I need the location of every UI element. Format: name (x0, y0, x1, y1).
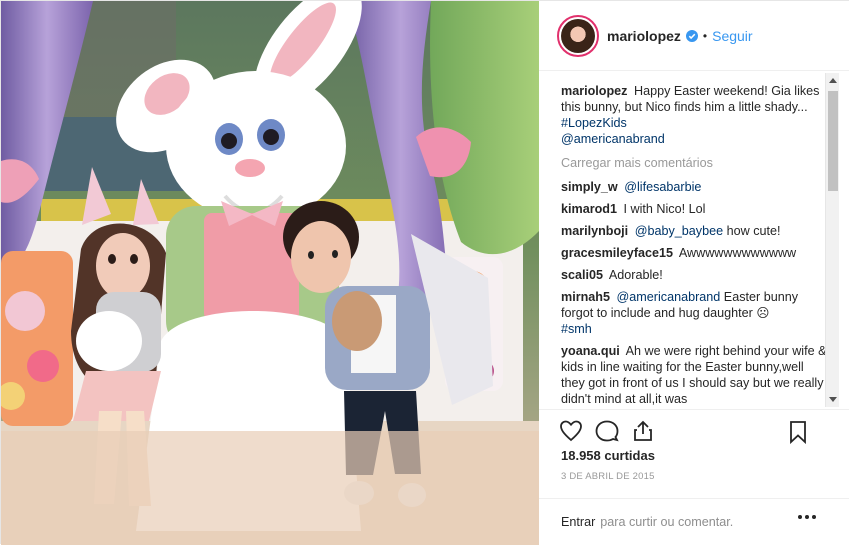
comment-text: Adorable! (608, 268, 663, 282)
bookmark-icon[interactable] (786, 420, 810, 444)
heart-icon[interactable] (559, 419, 583, 443)
comment-username[interactable]: yoana.qui (561, 344, 620, 358)
separator-dot: • (702, 28, 708, 43)
post-date[interactable]: 3 DE ABRIL DE 2015 (561, 471, 655, 482)
comment-username[interactable]: marilynboji (561, 224, 628, 238)
comment-prompt-text: para curtir ou comentar. (600, 514, 734, 529)
verified-badge-icon (685, 29, 698, 42)
comment-text: I with Nico! Lol (623, 202, 706, 216)
comment-item: marilynboji @baby_baybee how cute! (561, 223, 829, 239)
comment-username[interactable]: scali05 (561, 268, 603, 282)
comment-username[interactable]: simply_w (561, 180, 618, 194)
caption-mention[interactable]: @americanabrand (561, 132, 665, 146)
comment-mention[interactable]: @baby_baybee (635, 224, 723, 238)
caption: mariolopez Happy Easter weekend! Gia lik… (561, 83, 829, 147)
load-more-comments-button[interactable]: Carregar mais comentários (561, 155, 829, 171)
comment-text: how cute! (726, 224, 781, 238)
comments-scrollbar[interactable] (825, 73, 839, 407)
caption-hashtag[interactable]: #LopezKids (561, 116, 627, 130)
comment-item: mirnah5 @americanabrand Easter bunny for… (561, 289, 829, 337)
caption-username[interactable]: mariolopez (561, 84, 627, 98)
comments-section: mariolopez Happy Easter weekend! Gia lik… (539, 73, 839, 407)
profile-picture (561, 18, 595, 53)
easter-bunny-image (1, 1, 539, 545)
scroll-down-arrow-icon[interactable] (829, 397, 837, 402)
comment-username[interactable]: kimarod1 (561, 202, 617, 216)
post-details-panel: mariolopez • Seguir mariolopez Happy Eas… (539, 1, 849, 545)
login-link[interactable]: Entrar (561, 515, 595, 529)
post-photo[interactable] (1, 1, 539, 545)
comment-mention[interactable]: @lifesabarbie (624, 180, 701, 194)
more-options-icon[interactable] (797, 511, 817, 523)
instagram-post: mariolopez • Seguir mariolopez Happy Eas… (0, 0, 849, 545)
follow-button[interactable]: Seguir (712, 28, 752, 44)
scroll-up-arrow-icon[interactable] (829, 78, 837, 83)
author-username[interactable]: mariolopez (607, 28, 681, 44)
comment-item: gracesmileyface15 Awwwwwwwwwwww (561, 245, 829, 261)
post-header: mariolopez • Seguir (539, 1, 849, 71)
comment-icon[interactable] (595, 419, 619, 443)
comment-mention[interactable]: @americanabrand (617, 290, 721, 304)
scrollbar-thumb[interactable] (828, 91, 838, 191)
likes-count[interactable]: 18.958 curtidas (561, 448, 655, 463)
comment-username[interactable]: gracesmileyface15 (561, 246, 673, 260)
comment-username[interactable]: mirnah5 (561, 290, 610, 304)
comment-item: simply_w @lifesabarbie (561, 179, 829, 195)
post-actions (539, 409, 849, 451)
comment-item: kimarod1 I with Nico! Lol (561, 201, 829, 217)
comment-item: scali05 Adorable! (561, 267, 829, 283)
comment-hashtag[interactable]: #smh (561, 322, 592, 336)
avatar[interactable] (557, 14, 599, 57)
comment-text: Awwwwwwwwwwww (678, 246, 797, 260)
comment-item: yoana.qui Ah we were right behind your w… (561, 343, 829, 407)
sad-face-emoji-icon: ☹ (756, 306, 770, 320)
share-icon[interactable] (631, 419, 655, 443)
